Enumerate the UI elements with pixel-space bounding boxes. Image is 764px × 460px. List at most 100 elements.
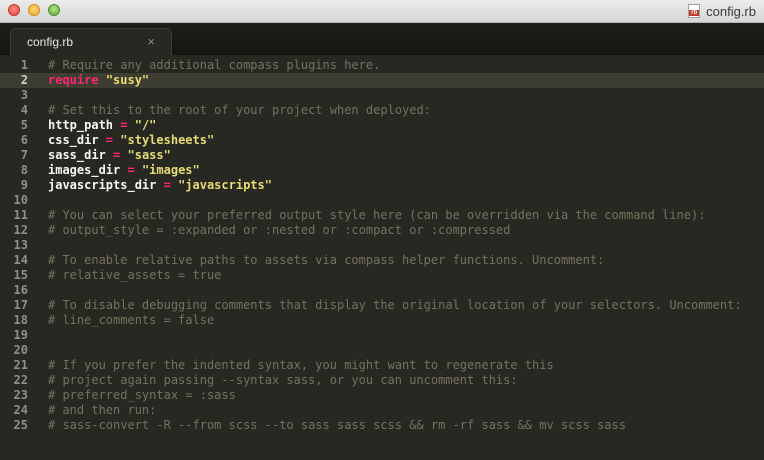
file-icon-label: rb bbox=[689, 10, 700, 16]
code-token-keyword: require bbox=[48, 73, 99, 87]
window-title: config.rb bbox=[706, 3, 756, 19]
line-number: 18 bbox=[13, 313, 28, 327]
code-line[interactable]: 14 # To enable relative paths to assets v… bbox=[0, 253, 764, 268]
code-token-comment: # relative_assets = true bbox=[48, 268, 222, 282]
line-code: # output_style = :expanded or :nested or… bbox=[48, 223, 510, 238]
code-line[interactable]: 4 # Set this to the root of your project … bbox=[0, 103, 764, 118]
code-line[interactable]: 22 # project again passing --syntax sass,… bbox=[0, 373, 764, 388]
line-number: 8 bbox=[20, 163, 28, 177]
code-token-op: = bbox=[127, 163, 135, 177]
code-token-string: "/" bbox=[134, 118, 157, 132]
tab-bar: config.rb × bbox=[0, 23, 764, 55]
code-token-comment: # sass-convert -R --from scss --to sass … bbox=[48, 418, 626, 432]
zoom-window-button[interactable] bbox=[48, 4, 60, 16]
code-token-comment: # To enable relative paths to assets via… bbox=[48, 253, 605, 267]
line-number: 11 bbox=[13, 208, 28, 222]
code-line[interactable]: 19 bbox=[0, 328, 764, 343]
close-tab-icon[interactable]: × bbox=[147, 34, 155, 49]
line-number: 17 bbox=[13, 298, 28, 312]
line-code: # To enable relative paths to assets via… bbox=[48, 253, 604, 268]
code-token-comment: # and then run: bbox=[48, 403, 157, 417]
line-number: 19 bbox=[13, 328, 28, 342]
line-number: 15 bbox=[13, 268, 28, 282]
line-code: require "susy" bbox=[48, 73, 149, 88]
line-number: 14 bbox=[13, 253, 28, 267]
line-number: 23 bbox=[13, 388, 28, 402]
line-code: css_dir = "stylesheets" bbox=[48, 133, 214, 148]
code-token-plain: javascripts_dir bbox=[48, 178, 164, 192]
line-code: javascripts_dir = "javascripts" bbox=[48, 178, 272, 193]
line-number: 13 bbox=[13, 238, 28, 252]
code-line[interactable]: 18 # line_comments = false bbox=[0, 313, 764, 328]
code-line[interactable]: 5 http_path = "/" bbox=[0, 118, 764, 133]
line-code: # You can select your preferred output s… bbox=[48, 208, 705, 223]
code-token-op: = bbox=[105, 133, 114, 147]
line-number: 7 bbox=[20, 148, 28, 162]
code-line[interactable]: 24 # and then run: bbox=[0, 403, 764, 418]
line-number: 10 bbox=[13, 193, 28, 207]
line-code: http_path = "/" bbox=[48, 118, 156, 133]
code-line[interactable]: 21 # If you prefer the indented syntax, y… bbox=[0, 358, 764, 373]
code-line[interactable]: 16 bbox=[0, 283, 764, 298]
code-line[interactable]: 25 # sass-convert -R --from scss --to sas… bbox=[0, 418, 764, 433]
code-line[interactable]: 8 images_dir = "images" bbox=[0, 163, 764, 178]
code-token-comment: # preferred_syntax = :sass bbox=[48, 388, 236, 402]
code-token-string: "images" bbox=[141, 163, 200, 177]
code-line[interactable]: 6 css_dir = "stylesheets" bbox=[0, 133, 764, 148]
code-token-plain: css_dir bbox=[48, 133, 106, 147]
line-code: # sass-convert -R --from scss --to sass … bbox=[48, 418, 626, 433]
code-token-comment: # Set this to the root of your project w… bbox=[48, 103, 431, 117]
code-line[interactable]: 10 bbox=[0, 193, 764, 208]
line-number: 24 bbox=[13, 403, 28, 417]
tab-label: config.rb bbox=[27, 35, 74, 49]
code-line[interactable]: 23 # preferred_syntax = :sass bbox=[0, 388, 764, 403]
tab-config-rb[interactable]: config.rb × bbox=[10, 28, 172, 55]
code-line[interactable]: 15 # relative_assets = true bbox=[0, 268, 764, 283]
line-number: 21 bbox=[13, 358, 28, 372]
code-line[interactable]: 9 javascripts_dir = "javascripts" bbox=[0, 178, 764, 193]
code-line[interactable]: 2 require "susy" bbox=[0, 73, 764, 88]
code-line[interactable]: 12 # output_style = :expanded or :nested … bbox=[0, 223, 764, 238]
line-number: 3 bbox=[20, 88, 28, 102]
window-title-group: rb config.rb bbox=[688, 2, 756, 20]
line-number: 9 bbox=[20, 178, 28, 192]
line-number: 4 bbox=[20, 103, 28, 117]
code-line[interactable]: 17 # To disable debugging comments that d… bbox=[0, 298, 764, 313]
editor-window: rb config.rb config.rb × 1 # Require any … bbox=[0, 0, 764, 460]
line-number: 25 bbox=[13, 418, 28, 432]
code-line[interactable]: 7 sass_dir = "sass" bbox=[0, 148, 764, 163]
line-code: # and then run: bbox=[48, 403, 156, 418]
code-token-comment: # line_comments = false bbox=[48, 313, 215, 327]
ruby-file-icon: rb bbox=[688, 4, 701, 18]
code-line[interactable]: 11 # You can select your preferred output… bbox=[0, 208, 764, 223]
line-code: # preferred_syntax = :sass bbox=[48, 388, 236, 403]
code-editor[interactable]: 1 # Require any additional compass plugin… bbox=[0, 55, 764, 460]
code-token-plain: images_dir bbox=[48, 163, 128, 177]
code-token-plain: http_path bbox=[48, 118, 121, 132]
line-number: 1 bbox=[20, 58, 28, 72]
code-token-comment: # output_style = :expanded or :nested or… bbox=[48, 223, 511, 237]
code-token-comment: # Require any additional compass plugins… bbox=[48, 58, 381, 72]
title-bar: rb config.rb bbox=[0, 0, 764, 23]
code-line[interactable]: 13 bbox=[0, 238, 764, 253]
close-window-button[interactable] bbox=[8, 4, 20, 16]
minimize-window-button[interactable] bbox=[28, 4, 40, 16]
line-number: 20 bbox=[13, 343, 28, 357]
code-token-plain: sass_dir bbox=[48, 148, 114, 162]
line-number: 12 bbox=[13, 223, 28, 237]
line-number: 22 bbox=[13, 373, 28, 387]
code-token-op: = bbox=[163, 178, 171, 192]
line-number: 2 bbox=[20, 73, 28, 87]
code-line[interactable]: 20 bbox=[0, 343, 764, 358]
line-code: # Require any additional compass plugins… bbox=[48, 58, 380, 73]
code-line[interactable]: 1 # Require any additional compass plugin… bbox=[0, 58, 764, 73]
line-code: # If you prefer the indented syntax, you… bbox=[48, 358, 554, 373]
code-token-comment: # You can select your preferred output s… bbox=[48, 208, 706, 222]
line-code: # Set this to the root of your project w… bbox=[48, 103, 431, 118]
code-token-string: "susy" bbox=[105, 73, 150, 87]
code-line[interactable]: 3 bbox=[0, 88, 764, 103]
